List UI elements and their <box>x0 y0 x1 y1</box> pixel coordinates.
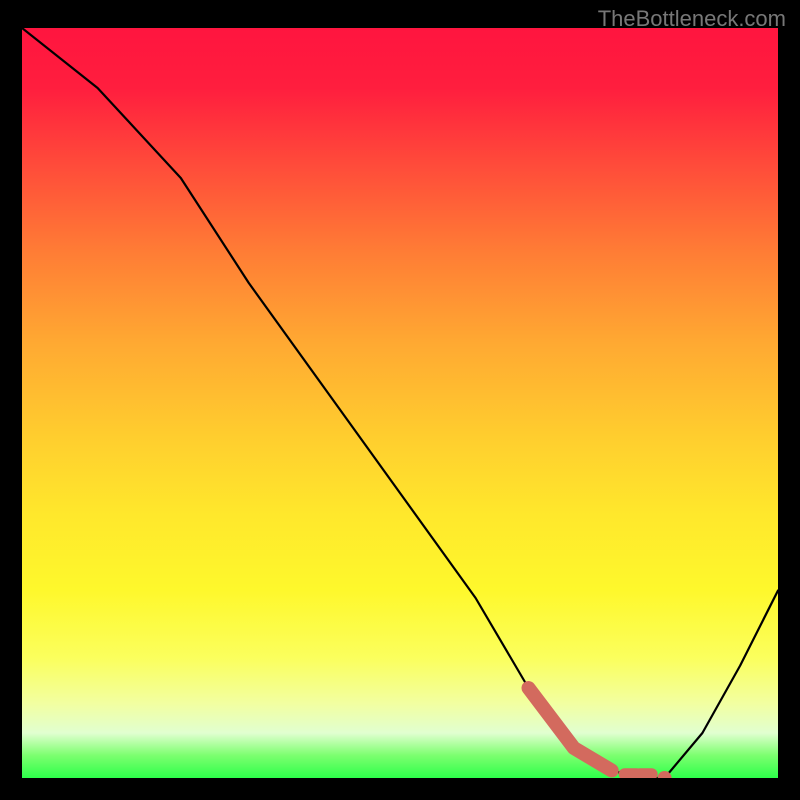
chart-highlight-knee <box>529 688 612 771</box>
chart-line-main <box>22 28 778 778</box>
watermark-text: TheBottleneck.com <box>598 6 786 32</box>
chart-plot-area <box>22 28 778 778</box>
chart-svg-layer <box>22 28 778 778</box>
